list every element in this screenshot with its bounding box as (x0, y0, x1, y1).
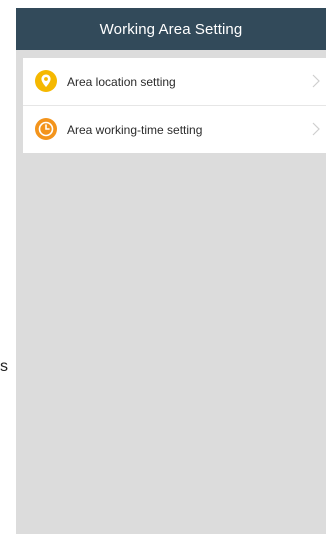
chevron-right-icon (312, 74, 320, 88)
area-working-time-setting-item[interactable]: Area working-time setting (23, 105, 326, 153)
app-screen: Working Area Setting Area location setti… (16, 8, 326, 534)
chevron-right-icon (312, 122, 320, 136)
edge-text-fragment: s (0, 358, 8, 375)
area-location-setting-label: Area location setting (67, 74, 176, 89)
page-title: Working Area Setting (99, 20, 243, 38)
navigation-bar: Working Area Setting (16, 8, 326, 50)
settings-menu: Area location setting Area working-time … (23, 58, 326, 153)
clock-icon (35, 118, 57, 140)
area-location-setting-item[interactable]: Area location setting (23, 58, 326, 105)
area-working-time-setting-label: Area working-time setting (67, 122, 203, 137)
location-pin-icon (35, 70, 57, 92)
